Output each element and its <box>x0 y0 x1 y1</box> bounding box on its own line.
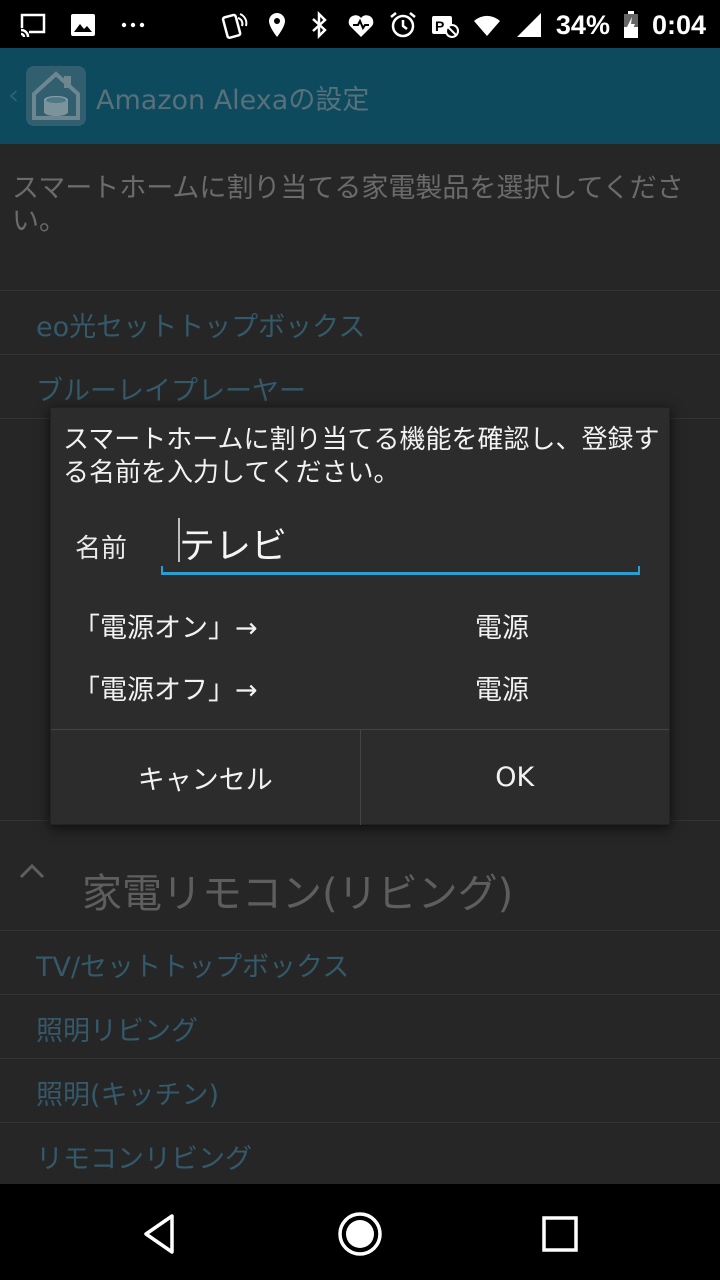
name-input-underline <box>161 566 640 575</box>
cell-signal-icon <box>516 13 541 37</box>
alarm-icon <box>390 12 416 38</box>
chevron-up-icon <box>19 863 45 879</box>
list-item-label: TV/セットトップボックス <box>36 952 350 983</box>
list-item-light-living[interactable]: 照明リビング <box>0 994 720 1058</box>
list-item-remote-living[interactable]: リモコンリビング <box>0 1122 720 1184</box>
list-item-label: リモコンリビング <box>36 1144 252 1175</box>
location-icon <box>268 13 285 37</box>
ok-button[interactable]: OK <box>359 730 670 825</box>
dialog-message: スマートホームに割り当てる機能を確認し、登録する名前を入力してください。 <box>63 425 660 488</box>
nfc-icon <box>221 13 248 39</box>
battery-percentage: 34% <box>555 9 610 40</box>
status-bar: P 34% 0:04 <box>0 0 720 48</box>
list-item-label: 照明リビング <box>36 1016 198 1047</box>
list-item-label: eo光セットトップボックス <box>36 312 366 343</box>
mapping-command: 「電源オン」→ <box>73 613 258 644</box>
list-item-tv[interactable]: TV/セットトップボックス <box>0 930 720 994</box>
action-bar-title: Amazon Alexaの設定 <box>96 85 370 116</box>
list-item-label: 照明(キッチン) <box>36 1080 220 1111</box>
section-title: 家電リモコン(リビング) <box>82 871 514 917</box>
name-input[interactable] <box>161 512 641 574</box>
battery-icon <box>623 11 638 38</box>
status-bar-right: P 34% 0:04 <box>220 8 706 42</box>
register-name-dialog: スマートホームに割り当てる機能を確認し、登録する名前を入力してください。 名前 … <box>50 407 670 825</box>
back-icon[interactable] <box>132 1206 188 1262</box>
clock: 0:04 <box>651 9 706 40</box>
bluetooth-icon <box>312 10 327 40</box>
mapping-command: 「電源オフ」→ <box>73 675 258 706</box>
list-item-label: ブルーレイプレーヤー <box>36 376 306 407</box>
status-bar-left <box>18 8 148 42</box>
data-saver-icon: P <box>431 16 459 38</box>
dialog-button-bar: キャンセル OK <box>51 729 669 825</box>
home-icon[interactable] <box>332 1206 388 1262</box>
section-header[interactable]: 家電リモコン(リビング) <box>0 820 720 930</box>
navigation-bar <box>0 1184 720 1280</box>
instruction-text: スマートホームに割り当てる家電製品を選択してください。 <box>12 173 684 237</box>
list-item-stb[interactable]: eo光セットトップボックス <box>0 290 720 354</box>
svg-text:P: P <box>435 18 444 34</box>
image-icon <box>71 14 95 36</box>
action-bar: ‹ Amazon Alexaの設定 <box>0 48 720 144</box>
cast-icon <box>20 13 46 38</box>
mapping-function: 電源 <box>475 613 529 644</box>
name-label: 名前 <box>75 534 128 564</box>
back-chevron-icon[interactable]: ‹ <box>8 78 19 111</box>
list-item-light-kitchen[interactable]: 照明(キッチン) <box>0 1058 720 1122</box>
text-cursor <box>178 518 180 562</box>
cancel-button[interactable]: キャンセル <box>51 730 360 825</box>
recents-icon[interactable] <box>532 1206 588 1262</box>
wifi-icon <box>473 15 500 36</box>
more-icon <box>121 22 145 28</box>
mapping-row-power-off: 「電源オフ」→ 電源 <box>73 668 653 708</box>
app-logo-icon[interactable] <box>24 64 88 128</box>
heart-icon <box>348 15 374 37</box>
mapping-function: 電源 <box>475 675 529 706</box>
mapping-row-power-on: 「電源オン」→ 電源 <box>73 606 653 646</box>
